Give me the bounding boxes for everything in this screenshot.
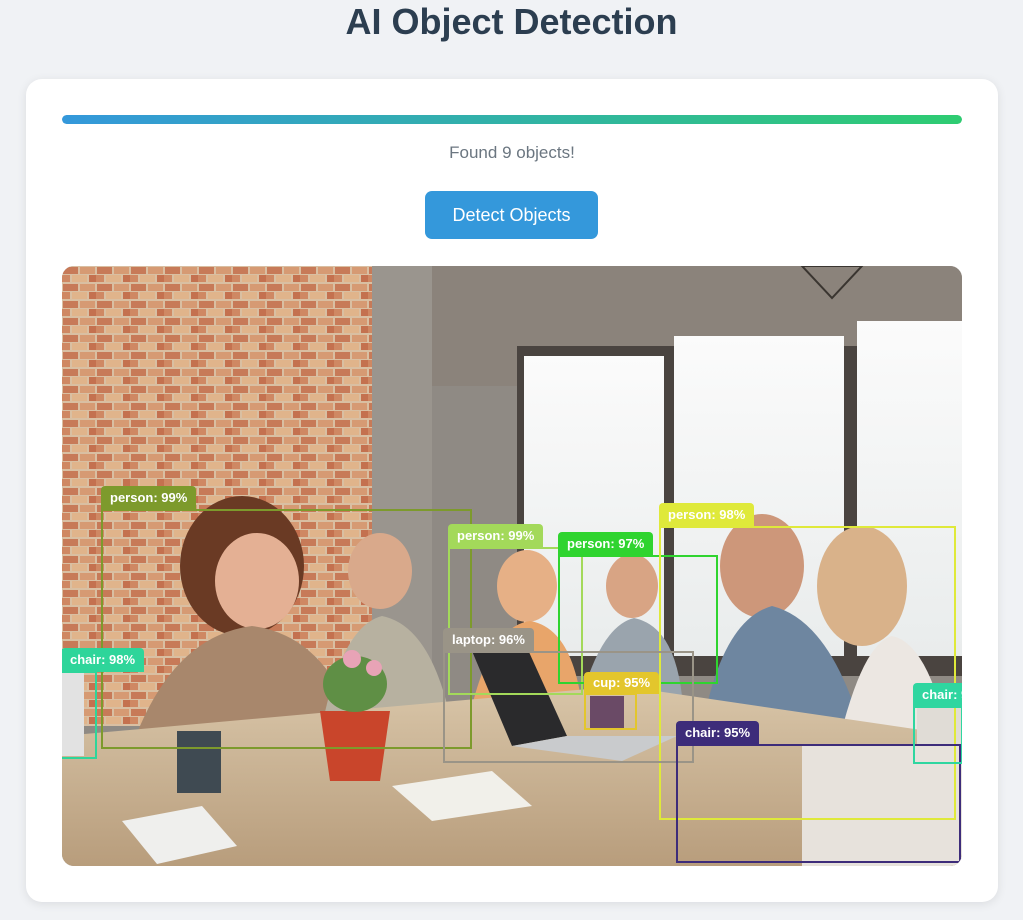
detection-overlay (62, 509, 962, 863)
detection-box[interactable] (659, 526, 956, 820)
progress-fill (62, 115, 962, 124)
detection-box[interactable] (443, 651, 694, 763)
status-text: Found 9 objects! (449, 143, 575, 162)
progress-bar (62, 115, 962, 124)
detect-objects-button[interactable]: Detect Objects (425, 191, 598, 239)
detection-label: chair: 95% (676, 721, 760, 745)
detection-label: cup: 95% (584, 672, 660, 694)
page-title: AI Object Detection (345, 1, 678, 42)
detection-box[interactable] (584, 693, 637, 730)
detection-label: person: 97% (558, 532, 654, 556)
detection-label: laptop: 96% (443, 628, 534, 652)
detection-image: person: 99% person: 99% person: 97% pers… (62, 266, 962, 866)
detection-card: Found 9 objects! Detect Objects person: … (26, 79, 998, 902)
detection-label: chair: 98% (913, 683, 962, 707)
detection-label: person: 99% (101, 486, 197, 510)
detection-label: person: 98% (659, 503, 755, 527)
detection-label: chair: 98% (62, 648, 145, 672)
detection-box[interactable] (448, 547, 583, 695)
detection-label: person: 99% (448, 524, 544, 548)
detection-box[interactable] (62, 671, 97, 759)
detection-box[interactable] (101, 509, 472, 749)
